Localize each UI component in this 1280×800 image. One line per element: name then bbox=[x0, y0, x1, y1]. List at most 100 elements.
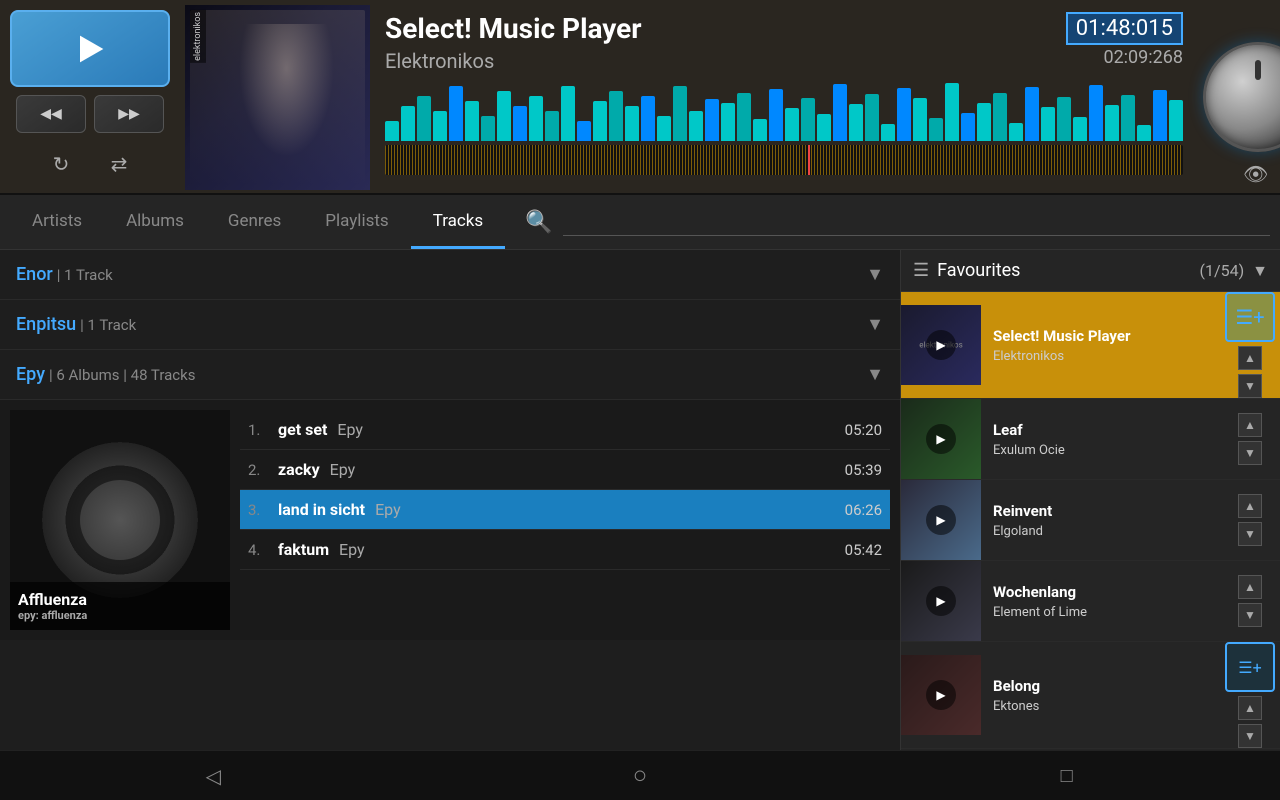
fav-scroll-up-1[interactable]: ▲ bbox=[1238, 346, 1262, 370]
fav-scroll-up-4[interactable]: ▲ bbox=[1238, 575, 1262, 599]
prev-button[interactable]: ◀◀ bbox=[16, 95, 86, 133]
tab-tracks[interactable]: Tracks bbox=[411, 195, 506, 249]
bar-44 bbox=[1073, 117, 1087, 141]
fav-scroll-down-4[interactable]: ▼ bbox=[1238, 603, 1262, 627]
bar-23 bbox=[737, 93, 751, 141]
bar-3 bbox=[417, 96, 431, 141]
expand-arrow-enor[interactable]: ▼ bbox=[866, 264, 884, 285]
tab-playlists[interactable]: Playlists bbox=[303, 195, 410, 249]
bar-24 bbox=[753, 119, 767, 141]
fav-scroll-down-2[interactable]: ▼ bbox=[1238, 441, 1262, 465]
fav-info-2: Leaf Exulum Ocie bbox=[981, 413, 1220, 466]
tab-genres[interactable]: Genres bbox=[206, 195, 303, 249]
bar-50 bbox=[1169, 100, 1183, 141]
eye-icon[interactable]: 👁 bbox=[1243, 162, 1273, 182]
track-name-2: zacky Epy bbox=[278, 460, 845, 479]
artist-row-enor[interactable]: Enor | 1 Track ▼ bbox=[0, 250, 900, 300]
fav-dropdown-icon[interactable]: ▼ bbox=[1252, 261, 1268, 281]
bar-4 bbox=[433, 111, 447, 141]
artist-row-epy[interactable]: Epy | 6 Albums | 48 Tracks ▼ bbox=[0, 350, 900, 400]
fav-scroll-up-5[interactable]: ▲ bbox=[1238, 696, 1262, 720]
bar-37 bbox=[961, 113, 975, 141]
next-button[interactable]: ▶▶ bbox=[94, 95, 164, 133]
fav-header: ☰ Favourites (1/54) ▼ bbox=[901, 250, 1280, 292]
bar-15 bbox=[609, 91, 623, 141]
fav-item-4[interactable]: ▶ Wochenlang Element of Lime ▲ ▼ bbox=[901, 561, 1280, 642]
recent-icon: □ bbox=[1061, 763, 1073, 788]
bottom-nav: ◁ ○ □ bbox=[0, 750, 1280, 800]
fav-add-btn-5[interactable]: ☰+ bbox=[1225, 642, 1275, 692]
expand-arrow-epy[interactable]: ▼ bbox=[866, 364, 884, 385]
track-item-4[interactable]: 4. faktum Epy 05:42 bbox=[240, 530, 890, 570]
fav-info-4: Wochenlang Element of Lime bbox=[981, 575, 1220, 628]
fav-item-3[interactable]: ▶ Reinvent Elgoland ▲ ▼ bbox=[901, 480, 1280, 561]
fav-artist-4: Element of Lime bbox=[993, 605, 1208, 620]
vinyl-label bbox=[80, 480, 160, 560]
home-icon: ○ bbox=[633, 761, 648, 790]
album-art-container: elektronikos bbox=[185, 5, 370, 190]
fav-scroll-down-1[interactable]: ▼ bbox=[1238, 374, 1262, 398]
bar-14 bbox=[593, 101, 607, 141]
track-num-3: 3. bbox=[248, 501, 278, 519]
shuffle-button[interactable]: ⇄ bbox=[100, 145, 138, 183]
fav-thumb-4: ▶ bbox=[901, 561, 981, 641]
fav-scroll-down-5[interactable]: ▼ bbox=[1238, 724, 1262, 748]
search-icon[interactable]: 🔍 bbox=[525, 210, 552, 235]
fav-scroll-down-3[interactable]: ▼ bbox=[1238, 522, 1262, 546]
fav-thumb-2: ▶ bbox=[901, 399, 981, 479]
track-item-2[interactable]: 2. zacky Epy 05:39 bbox=[240, 450, 890, 490]
recent-button[interactable]: □ bbox=[1047, 756, 1087, 796]
fav-scroll-up-3[interactable]: ▲ bbox=[1238, 494, 1262, 518]
fav-item-5[interactable]: ▶ Belong Ektones ☰+ ▲ ▼ bbox=[901, 642, 1280, 749]
controls-left: ◀◀ ▶▶ ↻ ⇄ bbox=[0, 0, 180, 193]
bar-1 bbox=[385, 121, 399, 141]
album-thumb-sub: epy: affluenza bbox=[18, 609, 222, 622]
fav-actions-1: ☰+ ▲ ▼ bbox=[1220, 292, 1280, 398]
artist-name-enpitsu: Enpitsu | 1 Track bbox=[16, 314, 136, 335]
play-button[interactable] bbox=[10, 10, 170, 87]
home-button[interactable]: ○ bbox=[620, 756, 660, 796]
bar-47 bbox=[1121, 95, 1135, 141]
main-content: Enor | 1 Track ▼ Enpitsu | 1 Track ▼ Epy… bbox=[0, 250, 1280, 750]
fav-artist-1: Elektronikos bbox=[993, 349, 1208, 364]
fav-scroll-up-2[interactable]: ▲ bbox=[1238, 413, 1262, 437]
song-title: Select! Music Player bbox=[385, 12, 1183, 45]
fav-artist-5: Ektones bbox=[993, 699, 1208, 714]
search-area: 🔍 bbox=[525, 209, 1270, 236]
time-display: 01:48:015 02:09:268 bbox=[1066, 12, 1183, 68]
bar-19 bbox=[673, 86, 687, 141]
fav-item-1[interactable]: elektronikos ▶ Select! Music Player Elek… bbox=[901, 292, 1280, 399]
time-current: 01:48:015 bbox=[1066, 12, 1183, 45]
fav-item-2[interactable]: ▶ Leaf Exulum Ocie ▲ ▼ bbox=[901, 399, 1280, 480]
track-duration-2: 05:39 bbox=[845, 461, 882, 479]
album-thumb-affluenza[interactable]: Affluenza epy: affluenza bbox=[10, 410, 230, 630]
expand-arrow-enpitsu[interactable]: ▼ bbox=[866, 314, 884, 335]
volume-knob[interactable] bbox=[1203, 42, 1280, 152]
fav-artist-3: Elgoland bbox=[993, 524, 1208, 539]
back-button[interactable]: ◁ bbox=[193, 756, 233, 796]
bar-27 bbox=[801, 98, 815, 141]
bar-20 bbox=[689, 111, 703, 141]
song-artist: Elektronikos bbox=[385, 49, 1183, 73]
search-input[interactable] bbox=[563, 209, 1270, 236]
bar-43 bbox=[1057, 97, 1071, 141]
waveform-wave bbox=[385, 145, 1183, 175]
bar-21 bbox=[705, 99, 719, 141]
fav-add-btn-1[interactable]: ☰+ bbox=[1225, 292, 1275, 342]
track-item-3[interactable]: 3. land in sicht Epy 06:26 bbox=[240, 490, 890, 530]
repeat-button[interactable]: ↻ bbox=[42, 145, 80, 183]
fav-song-4: Wochenlang bbox=[993, 583, 1208, 601]
fav-actions-4: ▲ ▼ bbox=[1220, 575, 1280, 627]
fav-play-overlay-1: ▶ bbox=[926, 330, 956, 360]
track-num-4: 4. bbox=[248, 541, 278, 559]
tab-albums[interactable]: Albums bbox=[104, 195, 206, 249]
bar-33 bbox=[897, 88, 911, 141]
bar-18 bbox=[657, 116, 671, 141]
small-controls: ◀◀ ▶▶ bbox=[16, 95, 164, 133]
tab-artists[interactable]: Artists bbox=[10, 195, 104, 249]
artist-row-enpitsu[interactable]: Enpitsu | 1 Track ▼ bbox=[0, 300, 900, 350]
playhead bbox=[808, 145, 810, 175]
bar-7 bbox=[481, 116, 495, 141]
waveform[interactable] bbox=[385, 145, 1183, 175]
track-item-1[interactable]: 1. get set Epy 05:20 bbox=[240, 410, 890, 450]
